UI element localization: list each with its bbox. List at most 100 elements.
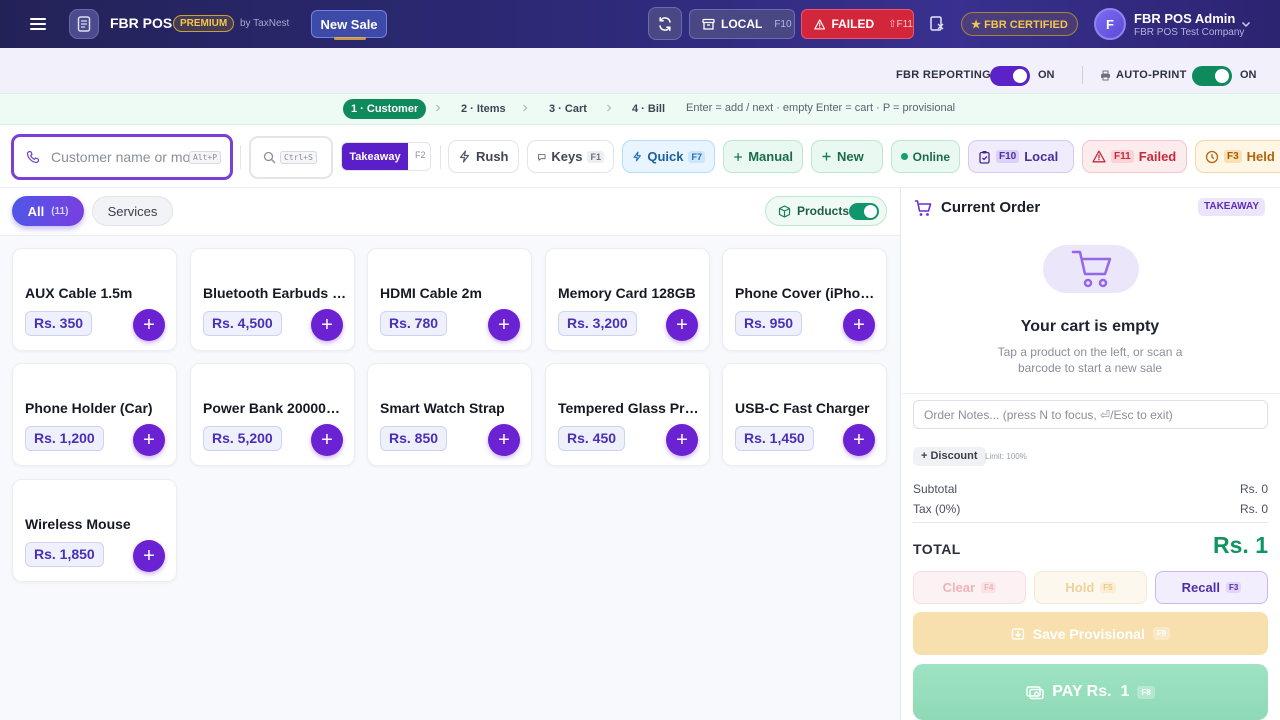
takeaway-button[interactable]: Takeaway <box>342 143 408 170</box>
manual-label: Manual <box>748 149 793 164</box>
tab-all[interactable]: All (11) <box>12 196 84 226</box>
user-name[interactable]: FBR POS Admin <box>1134 11 1235 26</box>
customer-field[interactable]: Alt+P <box>11 134 233 180</box>
product-name: USB-C Fast Charger <box>735 400 870 416</box>
avatar[interactable]: F <box>1094 8 1126 40</box>
product-card[interactable]: Smart Watch Strap Rs. 850 + <box>367 363 532 466</box>
product-card[interactable]: Phone Cover (iPhone) Rs. 950 + <box>722 248 887 351</box>
quick-button[interactable]: Quick F7 <box>622 140 715 173</box>
order-notes[interactable] <box>913 400 1268 429</box>
order-mode-badge: TAKEAWAY <box>1198 198 1266 216</box>
auto-print-toggle[interactable] <box>1192 66 1232 86</box>
fbr-reporting-toggle[interactable] <box>990 66 1030 86</box>
chevron-down-icon[interactable] <box>1240 18 1252 30</box>
online-status[interactable]: Online <box>891 140 960 173</box>
add-to-cart-button[interactable]: + <box>311 424 343 456</box>
tab-all-label: All <box>27 203 45 219</box>
save-provisional-button[interactable]: Save Provisional F9 <box>913 612 1268 655</box>
new-product-button[interactable]: New <box>811 140 883 173</box>
products-toggle[interactable]: Products <box>765 196 887 226</box>
keys-shortcut: F1 <box>587 150 604 163</box>
held-shortcut: F3 <box>1224 150 1242 163</box>
customer-input[interactable] <box>51 149 189 165</box>
menu-icon[interactable] <box>28 14 48 34</box>
cart-icon <box>913 198 933 218</box>
manual-button[interactable]: Manual <box>723 140 803 173</box>
pay-button[interactable]: PAY Rs. 1 F8 <box>913 664 1268 720</box>
product-card[interactable]: Tempered Glass Protector Rs. 450 + <box>545 363 710 466</box>
add-to-cart-button[interactable]: + <box>843 309 875 341</box>
rush-button[interactable]: Rush <box>448 140 519 173</box>
refresh-button[interactable] <box>648 7 682 40</box>
add-to-cart-button[interactable]: + <box>133 424 165 456</box>
product-name: Bluetooth Earbuds Pro <box>203 285 348 301</box>
step-items[interactable]: 2 · Items <box>453 99 514 119</box>
product-card[interactable]: HDMI Cable 2m Rs. 780 + <box>367 248 532 351</box>
new-sale-button[interactable]: New Sale <box>311 10 387 40</box>
local-queue-button[interactable]: LOCAL F10 <box>689 9 795 39</box>
recall-button[interactable]: Recall F3 <box>1155 571 1268 604</box>
add-to-cart-button[interactable]: + <box>488 424 520 456</box>
hold-shortcut: F5 <box>1100 582 1116 593</box>
product-price: Rs. 950 <box>735 311 803 336</box>
save-provisional-shortcut: F9 <box>1152 627 1171 640</box>
document-sync-icon[interactable] <box>928 15 946 33</box>
save-icon <box>1011 627 1024 640</box>
product-price: Rs. 3,200 <box>558 311 637 336</box>
local-queue-shortcut: F10 <box>774 18 792 30</box>
tax-value: Rs. 0 <box>1239 502 1268 516</box>
order-type-toggle[interactable]: Takeaway F2 <box>341 142 431 171</box>
products-toggle-switch[interactable] <box>849 203 879 220</box>
hold-button[interactable]: Hold F5 <box>1034 571 1147 604</box>
step-bill[interactable]: 4 · Bill <box>624 99 673 119</box>
plus-icon <box>822 152 831 161</box>
product-card[interactable]: Power Bank 20000mAh Rs. 5,200 + <box>190 363 355 466</box>
add-to-cart-button[interactable]: + <box>311 309 343 341</box>
clear-shortcut: F4 <box>981 582 997 593</box>
product-price: Rs. 5,200 <box>203 426 282 451</box>
product-search[interactable]: Ctrl+S <box>249 136 333 179</box>
lightning-icon <box>459 150 470 163</box>
quick-label: Quick <box>647 149 684 164</box>
add-to-cart-button[interactable]: + <box>666 424 698 456</box>
clipboard-icon <box>979 150 990 164</box>
clear-label: Clear <box>942 580 976 595</box>
product-price: Rs. 4,500 <box>203 311 282 336</box>
divider <box>900 393 1280 394</box>
local-label: Local <box>1024 149 1059 164</box>
order-notes-input[interactable] <box>914 401 1267 428</box>
tab-all-count: (11) <box>51 205 69 217</box>
add-to-cart-button[interactable]: + <box>133 309 165 341</box>
step-customer[interactable]: 1 · Customer <box>343 99 427 119</box>
hold-label: Hold <box>1065 580 1095 595</box>
discount-button[interactable]: + Discount <box>913 447 986 466</box>
product-price: Rs. 1,200 <box>25 426 104 451</box>
online-label: Online <box>912 149 950 164</box>
product-card[interactable]: Wireless Mouse Rs. 1,850 + <box>12 479 177 582</box>
add-to-cart-button[interactable]: + <box>488 309 520 341</box>
failed-button[interactable]: F11 Failed <box>1082 140 1187 173</box>
add-to-cart-button[interactable]: + <box>666 309 698 341</box>
failed-queue-button[interactable]: FAILED ⇧F11 <box>801 9 914 39</box>
held-button[interactable]: F3 Held <box>1195 140 1280 173</box>
fbr-reporting-state: ON <box>1038 69 1055 81</box>
product-card[interactable]: Memory Card 128GB Rs. 3,200 + <box>545 248 710 351</box>
tab-services[interactable]: Services <box>92 196 173 226</box>
keys-button[interactable]: Keys F1 <box>527 140 614 173</box>
printer-icon <box>1101 70 1110 80</box>
product-card[interactable]: USB-C Fast Charger Rs. 1,450 + <box>722 363 887 466</box>
product-card[interactable]: Phone Holder (Car) Rs. 1,200 + <box>12 363 177 466</box>
local-button[interactable]: F10 Local <box>968 140 1074 173</box>
step-cart[interactable]: 3 · Cart <box>541 99 595 119</box>
archive-icon <box>702 18 715 30</box>
add-to-cart-button[interactable]: + <box>133 540 165 572</box>
subtotal-value: Rs. 0 <box>1239 482 1268 496</box>
online-dot-icon <box>901 153 908 160</box>
product-card[interactable]: Bluetooth Earbuds Pro Rs. 4,500 + <box>190 248 355 351</box>
empty-cart-subtitle: Tap a product on the left, or scan a bar… <box>997 345 1183 375</box>
product-card[interactable]: AUX Cable 1.5m Rs. 350 + <box>12 248 177 351</box>
add-to-cart-button[interactable]: + <box>843 424 875 456</box>
tax-label: Tax (0%) <box>913 502 961 516</box>
clear-button[interactable]: Clear F4 <box>913 571 1026 604</box>
auto-print-text: AUTO-PRINT <box>1116 69 1187 81</box>
